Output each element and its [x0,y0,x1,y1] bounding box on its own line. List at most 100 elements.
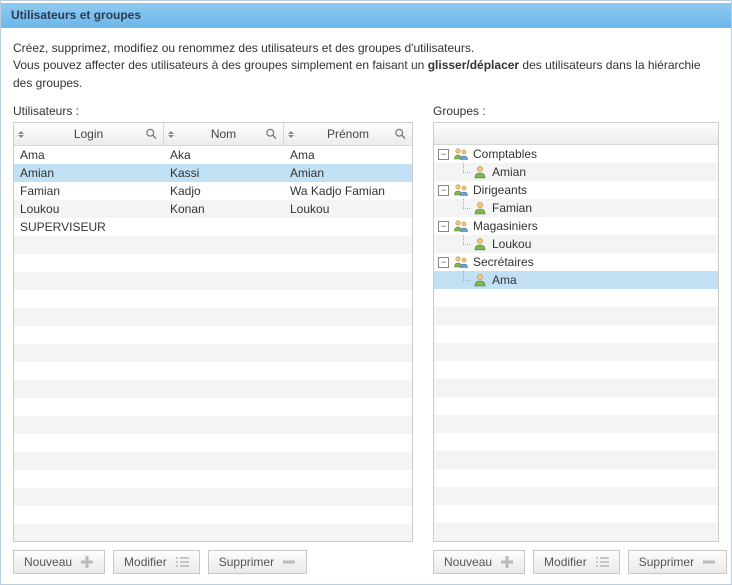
button-label: Nouveau [24,555,72,569]
sort-icon[interactable] [18,128,26,140]
tree-row-empty [434,523,718,541]
table-row [14,380,412,398]
cell: Loukou [14,202,164,216]
tree-label: Dirigeants [473,183,527,197]
intro-line2a: Vous pouvez affecter des utilisateurs à … [13,58,428,72]
table-row[interactable]: FamianKadjoWa Kadjo Famian [14,182,412,200]
collapse-icon[interactable]: − [438,185,449,196]
groups-heading: Groupes : [433,104,719,118]
tree-user-row[interactable]: Famian [434,199,718,217]
group-icon [453,146,469,162]
groups-delete-button[interactable]: Supprimer [628,550,727,574]
button-label: Supprimer [219,555,274,569]
tree-label: Amian [492,165,526,179]
table-row [14,344,412,362]
users-grid-body: AmaAkaAmaAmianKassiAmianFamianKadjoWa Ka… [14,146,412,542]
table-row[interactable]: SUPERVISEUR [14,218,412,236]
users-heading: Utilisateurs : [13,104,413,118]
plus-icon [500,555,514,569]
tree-row-empty [434,379,718,397]
table-row [14,470,412,488]
table-row [14,362,412,380]
minus-icon [282,555,296,569]
table-row [14,506,412,524]
group-icon [453,182,469,198]
tree-group-row[interactable]: − Dirigeants [434,181,718,199]
groups-edit-button[interactable]: Modifier [533,550,620,574]
tree-row-empty [434,325,718,343]
groups-tree-body: − Comptables Amian − Dirigeants Famian −Magasi… [434,145,718,541]
tree-row-empty [434,343,718,361]
tree-user-row[interactable]: Amian [434,163,718,181]
button-label: Modifier [124,555,167,569]
cell: Amian [284,166,412,180]
cell: SUPERVISEUR [14,220,164,234]
table-row [14,452,412,470]
title-bar: Utilisateurs et groupes [1,1,731,28]
users-edit-button[interactable]: Modifier [113,550,200,574]
groups-tree[interactable]: − Comptables Amian − Dirigeants Famian −Magasi… [433,122,719,542]
tree-group-row[interactable]: − Comptables [434,145,718,163]
button-label: Nouveau [444,555,492,569]
plus-icon [80,555,94,569]
column-header-prenom[interactable]: Prénom [284,123,412,145]
table-row [14,488,412,506]
cell: Kassi [164,166,284,180]
table-row[interactable]: AmianKassiAmian [14,164,412,182]
group-icon [453,218,469,234]
button-label: Modifier [544,555,587,569]
groups-button-bar: Nouveau Modifier Supprimer [433,550,719,574]
tree-row-empty [434,451,718,469]
cell: Ama [284,148,412,162]
tree-row-empty [434,487,718,505]
tree-elbow-icon [458,235,470,253]
tree-group-row[interactable]: −Magasiniers [434,217,718,235]
column-label: Nom [211,127,236,141]
list-icon [595,556,609,568]
minus-icon [702,555,716,569]
tree-label: Loukou [492,237,531,251]
sort-icon[interactable] [168,128,176,140]
table-row [14,524,412,542]
table-row [14,272,412,290]
table-row[interactable]: AmaAkaAma [14,146,412,164]
user-icon [472,200,488,216]
group-icon [453,254,469,270]
table-row [14,326,412,344]
users-grid[interactable]: Login Nom [13,122,413,542]
groups-new-button[interactable]: Nouveau [433,550,525,574]
tree-user-row[interactable]: Loukou [434,235,718,253]
tree-row-empty [434,433,718,451]
table-row [14,434,412,452]
tree-group-row[interactable]: −Secrétaires [434,253,718,271]
tree-row-empty [434,307,718,325]
search-icon[interactable] [266,129,277,140]
tree-row-empty [434,289,718,307]
column-label: Prénom [327,127,369,141]
cell: Amian [14,166,164,180]
collapse-icon[interactable]: − [438,257,449,268]
sort-icon[interactable] [288,128,296,140]
column-header-nom[interactable]: Nom [164,123,284,145]
window: Utilisateurs et groupes Créez, supprimez… [0,0,732,585]
table-row[interactable]: LoukouKonanLoukou [14,200,412,218]
tree-row-empty [434,397,718,415]
tree-label: Famian [492,201,532,215]
users-delete-button[interactable]: Supprimer [208,550,307,574]
tree-label: Comptables [473,147,537,161]
table-row [14,308,412,326]
tree-user-row[interactable]: Ama [434,271,718,289]
user-icon [472,236,488,252]
tree-elbow-icon [458,199,470,217]
intro-text: Créez, supprimez, modifiez ou renommez d… [13,40,719,92]
search-icon[interactable] [395,129,406,140]
cell: Aka [164,148,284,162]
search-icon[interactable] [146,129,157,140]
tree-elbow-icon [458,163,470,181]
users-new-button[interactable]: Nouveau [13,550,105,574]
collapse-icon[interactable]: − [438,221,449,232]
column-header-login[interactable]: Login [14,123,164,145]
users-grid-header: Login Nom [14,123,412,146]
groups-tree-header [434,123,718,145]
collapse-icon[interactable]: − [438,149,449,160]
